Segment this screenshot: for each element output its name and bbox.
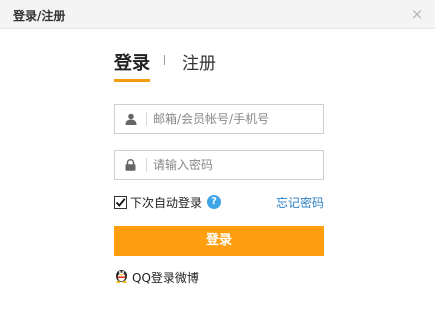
field-divider (146, 158, 147, 172)
username-input[interactable] (153, 105, 319, 133)
qq-penguin-icon (114, 267, 129, 287)
remember-checkbox[interactable] (114, 195, 127, 209)
remember-label: 下次自动登录 (130, 195, 203, 210)
tab-register[interactable]: 注册 (182, 49, 216, 74)
close-icon[interactable]: × (409, 6, 425, 22)
user-icon (115, 105, 146, 133)
tab-divider (164, 55, 165, 65)
login-button[interactable]: 登录 (114, 226, 324, 256)
forgot-password-link[interactable]: 忘记密码 (276, 194, 324, 211)
field-divider (146, 112, 147, 126)
window-title: 登录/注册 (13, 9, 66, 23)
remember-me: 下次自动登录 ? (114, 193, 222, 211)
tab-login[interactable]: 登录 (114, 49, 150, 82)
auth-tabs: 登录 注册 (114, 49, 334, 82)
password-field[interactable] (114, 150, 324, 180)
username-field[interactable] (114, 104, 324, 134)
qq-login-label: QQ登录微博 (132, 270, 199, 285)
qq-login-link[interactable]: QQ登录微博 (114, 268, 199, 286)
title-bar: 登录/注册 × (0, 0, 435, 29)
help-icon[interactable]: ? (207, 195, 222, 209)
lock-icon (115, 151, 146, 179)
password-input[interactable] (153, 151, 319, 179)
